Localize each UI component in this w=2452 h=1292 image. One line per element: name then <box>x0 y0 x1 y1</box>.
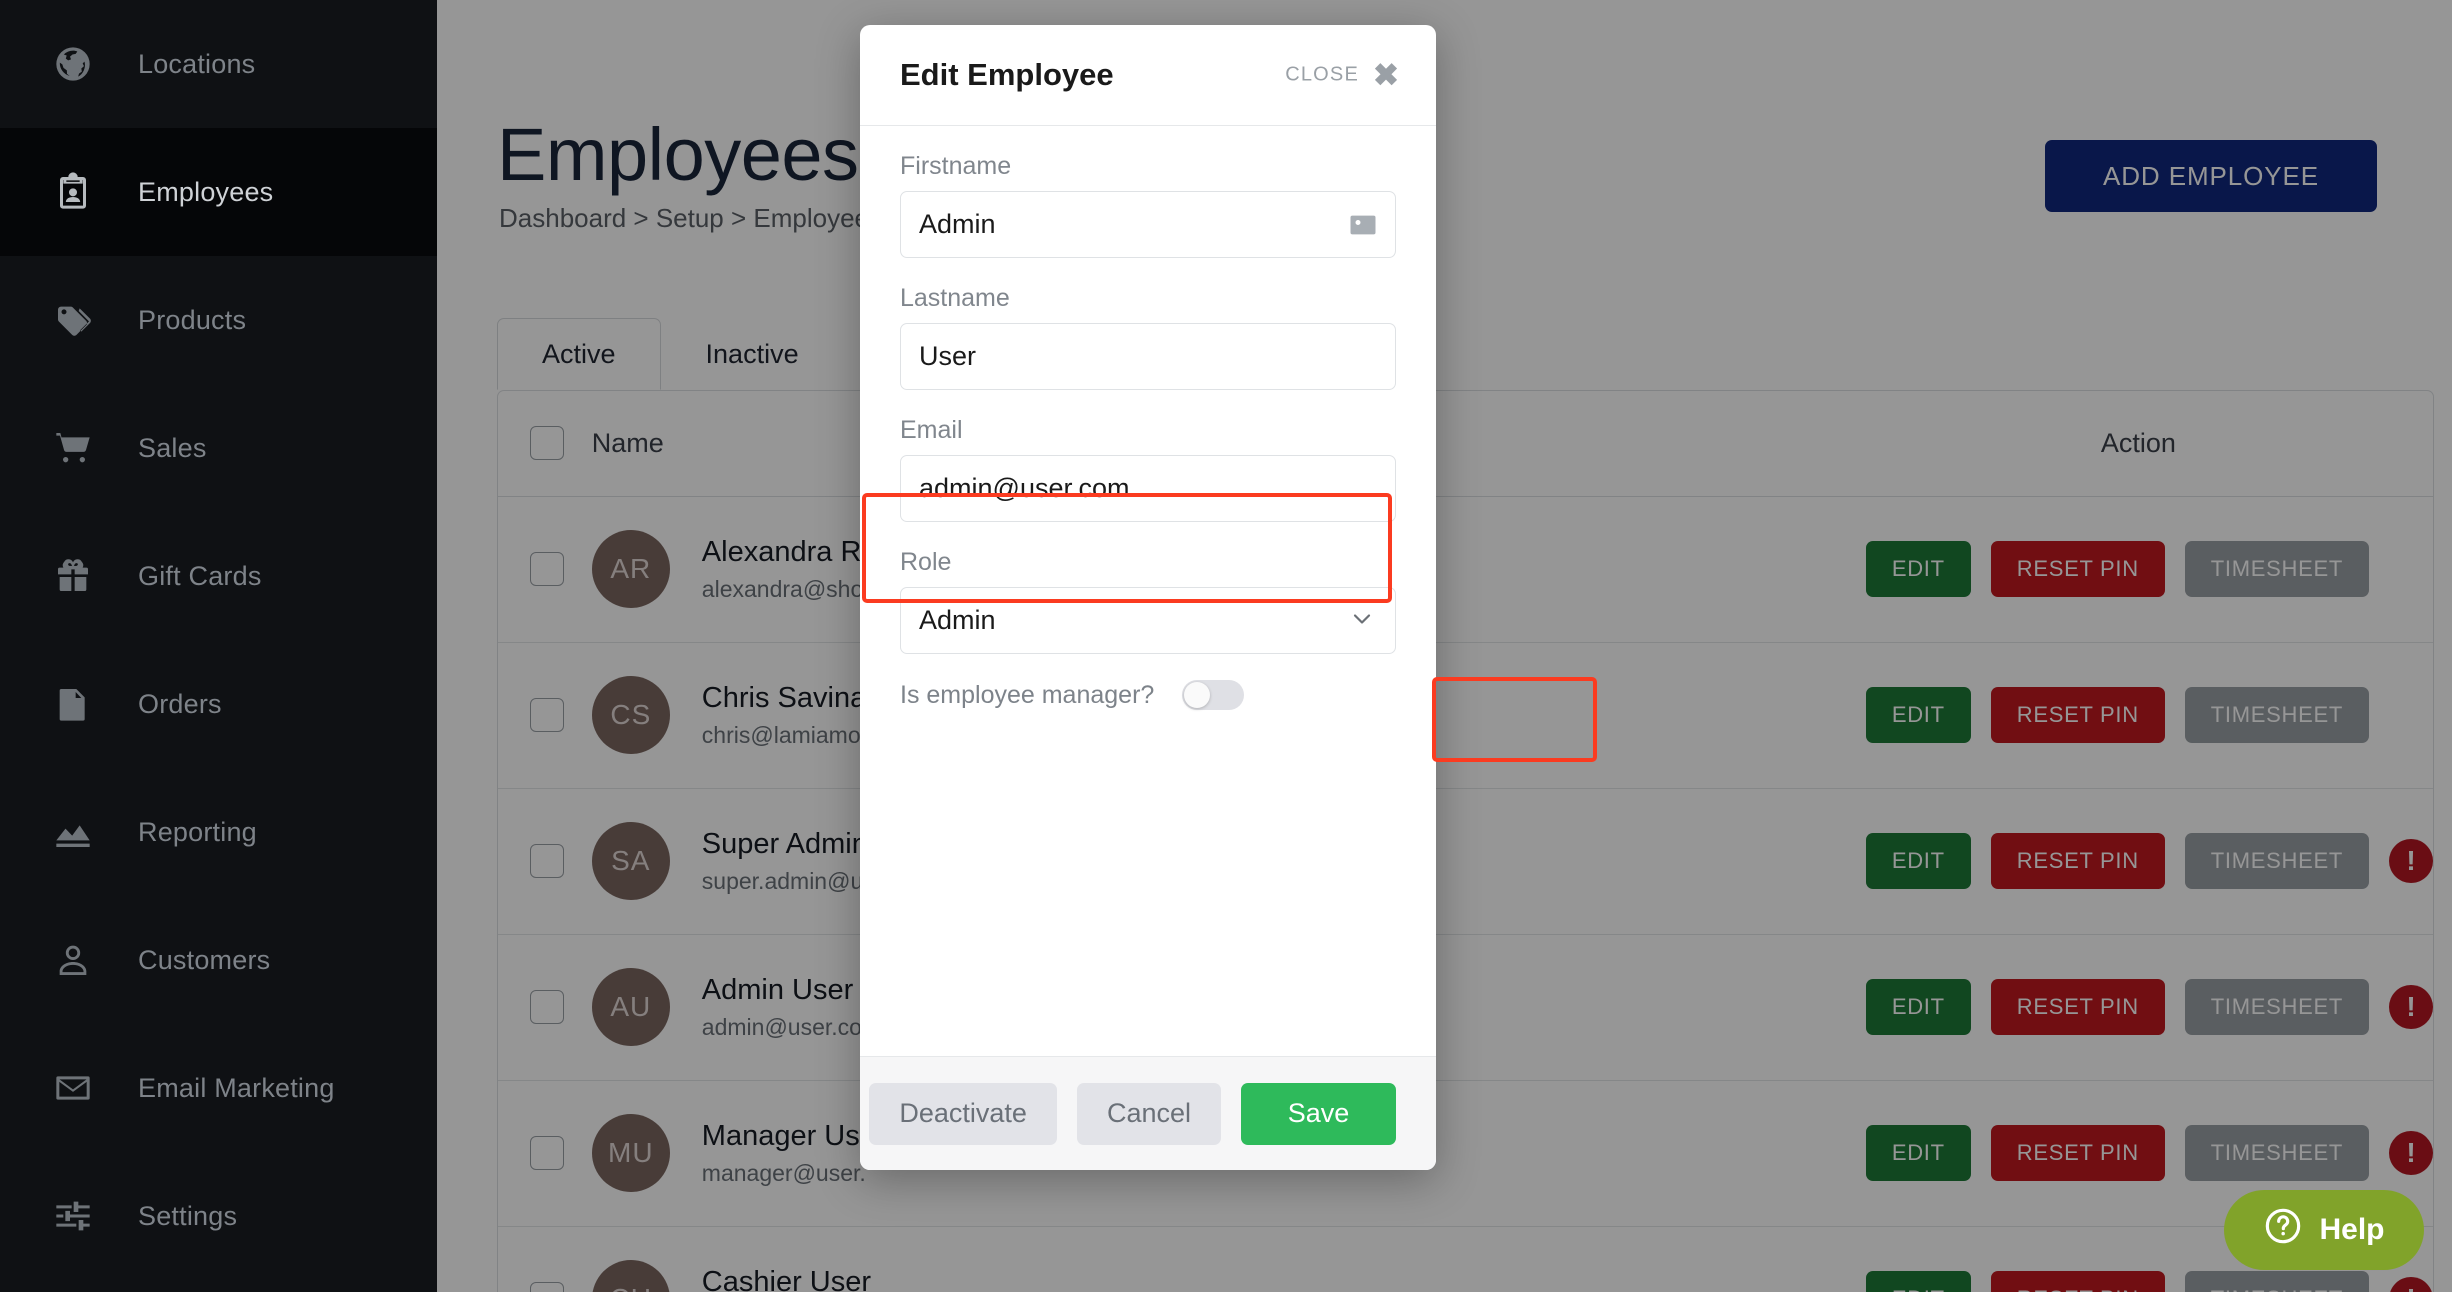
modal-overlay-scrim[interactable] <box>437 0 2452 1292</box>
sidebar-item-settings[interactable]: Settings <box>0 1152 437 1280</box>
close-icon: ✖ <box>1373 57 1399 93</box>
contact-card-icon[interactable] <box>1348 210 1378 240</box>
envelope-icon <box>50 1065 96 1111</box>
modal-header: Edit Employee CLOSE ✖ <box>860 25 1436 126</box>
lastname-input-wrapper <box>900 323 1396 390</box>
role-label: Role <box>900 548 952 576</box>
modal-footer: Deactivate Cancel Save <box>860 1056 1436 1170</box>
sidebar-item-orders[interactable]: Orders <box>0 640 437 768</box>
id-badge-icon <box>50 169 96 215</box>
person-icon <box>50 937 96 983</box>
modal-title: Edit Employee <box>900 57 1114 92</box>
email-input[interactable] <box>900 455 1396 522</box>
document-icon <box>50 681 96 727</box>
firstname-label: Firstname <box>900 152 1012 180</box>
sidebar-item-customers[interactable]: Customers <box>0 896 437 1024</box>
sidebar-item-label: Gift Cards <box>138 560 262 591</box>
sidebar-item-label: Products <box>138 304 247 335</box>
lastname-field-group: Lastname <box>900 284 1396 390</box>
sidebar-item-email-marketing[interactable]: Email Marketing <box>0 1024 437 1152</box>
sidebar-item-label: Reporting <box>138 816 257 847</box>
close-button[interactable]: CLOSE ✖ <box>1285 60 1399 91</box>
sidebar-item-label: Locations <box>138 48 256 79</box>
save-button[interactable]: Save <box>1241 1082 1396 1145</box>
sidebar-item-gift-cards[interactable]: Gift Cards <box>0 512 437 640</box>
manager-toggle-switch[interactable] <box>1182 680 1245 710</box>
email-input-wrapper <box>900 455 1396 522</box>
role-select[interactable] <box>900 587 1396 654</box>
role-select-wrapper <box>900 587 1396 654</box>
close-label: CLOSE <box>1285 63 1360 86</box>
firstname-input[interactable] <box>900 191 1396 258</box>
sidebar: Locations Employees Products Sales Gift <box>0 0 437 1292</box>
sidebar-item-label: Orders <box>138 688 222 719</box>
sidebar-item-reporting[interactable]: Reporting <box>0 768 437 896</box>
lastname-input[interactable] <box>900 323 1396 390</box>
sidebar-item-label: Email Marketing <box>138 1072 335 1103</box>
edit-employee-modal: Edit Employee CLOSE ✖ Firstname Lastname <box>860 25 1436 1170</box>
toggle-knob <box>1184 682 1211 708</box>
sidebar-item-employees[interactable]: Employees <box>0 128 437 256</box>
manager-toggle-row: Is employee manager? <box>900 680 1396 710</box>
globe-icon <box>50 41 96 87</box>
gift-icon <box>50 553 96 599</box>
lastname-label: Lastname <box>900 284 1010 312</box>
help-widget-button[interactable]: Help <box>2224 1190 2424 1270</box>
sidebar-item-label: Settings <box>138 1200 238 1231</box>
deactivate-button[interactable]: Deactivate <box>869 1082 1057 1145</box>
email-label: Email <box>900 416 963 444</box>
role-field-group: Role <box>900 548 1396 654</box>
tag-icon <box>50 297 96 343</box>
sliders-icon <box>50 1193 96 1239</box>
cancel-button[interactable]: Cancel <box>1076 1082 1221 1145</box>
sidebar-item-label: Employees <box>138 176 274 207</box>
cart-icon <box>50 425 96 471</box>
app-root: Locations Employees Products Sales Gift <box>0 0 2452 1292</box>
firstname-field-group: Firstname <box>900 152 1396 258</box>
sidebar-item-products[interactable]: Products <box>0 256 437 384</box>
sidebar-item-label: Sales <box>138 432 207 463</box>
sidebar-item-sales[interactable]: Sales <box>0 384 437 512</box>
sidebar-item-label: Customers <box>138 944 271 975</box>
firstname-input-wrapper <box>900 191 1396 258</box>
manager-toggle-label: Is employee manager? <box>900 680 1155 709</box>
email-field-group: Email <box>900 416 1396 522</box>
question-circle-icon <box>2263 1206 2303 1254</box>
modal-body: Firstname Lastname Email <box>860 126 1436 1056</box>
help-label: Help <box>2319 1213 2385 1246</box>
area-chart-icon <box>50 809 96 855</box>
sidebar-item-locations[interactable]: Locations <box>0 0 437 128</box>
